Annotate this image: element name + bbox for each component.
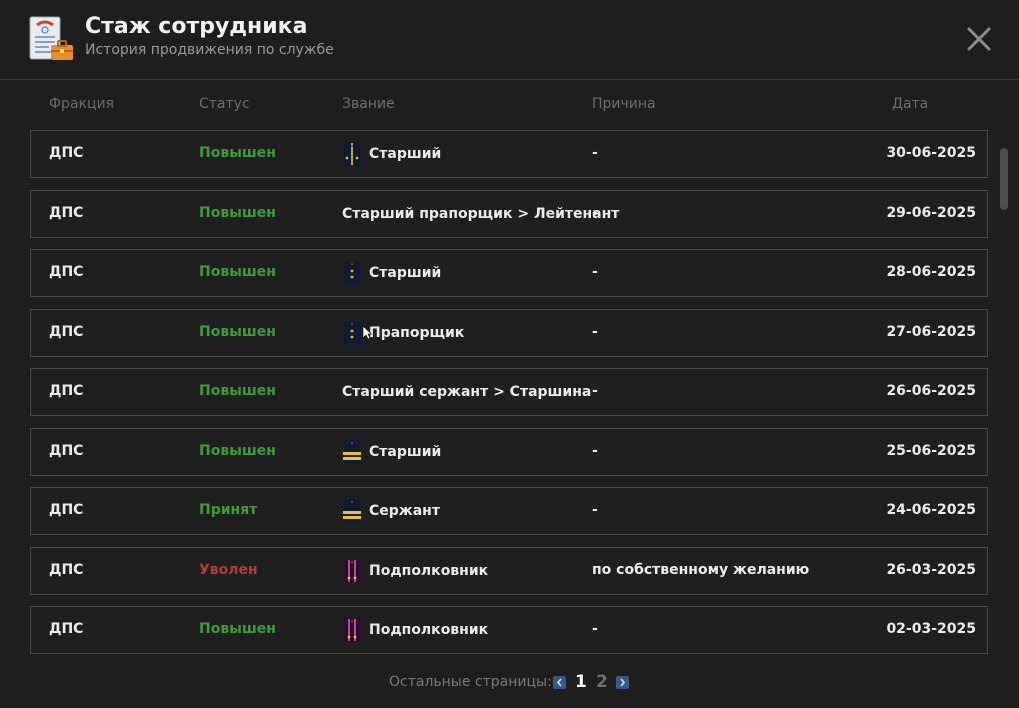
reason-cell: - <box>592 443 598 459</box>
reason-cell: - <box>592 324 598 340</box>
status-cell: Повышен <box>199 264 276 280</box>
epaulette-sergeant-icon <box>342 498 362 524</box>
mouse-cursor-icon <box>362 325 372 340</box>
rank-cell: Старший прапорщик > Лейтенант <box>342 201 619 227</box>
rank-cell: Сержант <box>342 498 440 524</box>
rank-cell: Старший <box>342 439 441 465</box>
faction-cell: ДПС <box>49 621 84 637</box>
rank-label: Прапорщик <box>369 325 465 341</box>
document-briefcase-icon <box>29 16 73 60</box>
faction-cell: ДПС <box>49 443 84 459</box>
epaulette-sergeant-icon <box>342 439 362 465</box>
reason-cell: - <box>592 621 598 637</box>
faction-cell: ДПС <box>49 324 84 340</box>
column-header-faction: Фракция <box>49 96 115 112</box>
scrollbar-thumb[interactable] <box>1000 148 1008 210</box>
rank-label: Старший прапорщик > Лейтенант <box>342 206 620 222</box>
column-header-status: Статус <box>199 96 250 112</box>
epaulette-ensign-icon <box>342 260 362 286</box>
status-cell: Повышен <box>199 383 276 399</box>
reason-cell: - <box>592 264 598 280</box>
date-cell: 02-03-2025 <box>886 621 976 637</box>
reason-cell: - <box>592 145 598 161</box>
window-subtitle: История продвижения по службе <box>85 42 334 58</box>
reason-cell: - <box>592 383 598 399</box>
status-cell: Повышен <box>199 324 276 340</box>
epaulette-ltcol-icon <box>342 558 362 584</box>
reason-cell: - <box>592 502 598 518</box>
date-cell: 29-06-2025 <box>886 205 976 221</box>
date-cell: 26-03-2025 <box>886 562 976 578</box>
rank-cell: Прапорщик <box>342 320 464 346</box>
rank-label: Старший сержант > Старшина <box>342 384 592 400</box>
window-title: Стаж сотрудника <box>85 14 308 39</box>
epaulette-ensign-icon <box>342 320 362 346</box>
faction-cell: ДПС <box>49 264 84 280</box>
date-cell: 25-06-2025 <box>886 443 976 459</box>
column-header-reason: Причина <box>592 96 656 112</box>
faction-cell: ДПС <box>49 562 84 578</box>
date-cell: 27-06-2025 <box>886 324 976 340</box>
status-cell: Повышен <box>199 145 276 161</box>
status-cell: Повышен <box>199 443 276 459</box>
faction-cell: ДПС <box>49 205 84 221</box>
rank-label: Подполковник <box>369 563 489 579</box>
pagination: Остальные страницы: 1 2 <box>0 672 1019 694</box>
status-cell: Повышен <box>199 205 276 221</box>
faction-cell: ДПС <box>49 502 84 518</box>
status-cell: Повышен <box>199 621 276 637</box>
pagination-label: Остальные страницы: <box>389 674 552 690</box>
column-header-rank: Звание <box>342 96 395 112</box>
date-cell: 28-06-2025 <box>886 264 976 280</box>
epaulette-ltcol-icon <box>342 617 362 643</box>
page-2-link[interactable]: 2 <box>596 672 608 692</box>
rank-cell: Старший <box>342 141 441 167</box>
date-cell: 24-06-2025 <box>886 502 976 518</box>
reason-cell: по собственному желанию <box>592 562 810 578</box>
next-page-button[interactable] <box>616 676 629 689</box>
date-cell: 30-06-2025 <box>886 145 976 161</box>
status-cell: Принят <box>199 502 258 518</box>
table-row[interactable]: ДПС Повышен Старший сержант > Старшина -… <box>30 368 988 416</box>
table-row[interactable]: ДПС Повышен Старший - 25-06-2025 <box>30 428 988 476</box>
table-row[interactable]: ДПС Повышен Старший прапорщик > Лейтенан… <box>30 190 988 238</box>
table-row[interactable]: ДПС Повышен Старший - 30-06-2025 <box>30 130 988 178</box>
rank-label: Старший <box>369 444 442 460</box>
rank-label: Старший <box>369 146 442 162</box>
faction-cell: ДПС <box>49 145 84 161</box>
close-icon[interactable] <box>964 24 994 54</box>
seniority-window: Стаж сотрудника История продвижения по с… <box>0 0 1019 708</box>
table-row[interactable]: ДПС Повышен Старший - 28-06-2025 <box>30 249 988 297</box>
rank-label: Подполковник <box>369 622 489 638</box>
table-row[interactable]: ДПС Повышен Прапорщик - 27-06-2025 <box>30 309 988 357</box>
rank-label: Сержант <box>369 503 440 519</box>
rank-cell: Старший сержант > Старшина <box>342 379 591 405</box>
epaulette-lt-icon <box>342 141 362 167</box>
prev-page-button[interactable] <box>553 676 566 689</box>
rank-cell: Старший <box>342 260 441 286</box>
reason-cell: - <box>592 205 598 221</box>
window-header: Стаж сотрудника История продвижения по с… <box>0 0 1019 80</box>
status-cell: Уволен <box>199 562 258 578</box>
faction-cell: ДПС <box>49 383 84 399</box>
rank-cell: Подполковник <box>342 617 488 643</box>
table-header: Фракция Статус Звание Причина Дата <box>0 96 1000 116</box>
page-1-link[interactable]: 1 <box>575 672 587 692</box>
table-row[interactable]: ДПС Повышен Подполковник - 02-03-2025 <box>30 606 988 654</box>
table-row[interactable]: ДПС Принят Сержант - 24-06-2025 <box>30 487 988 535</box>
column-header-date: Дата <box>892 96 929 112</box>
rank-label: Старший <box>369 265 442 281</box>
date-cell: 26-06-2025 <box>886 383 976 399</box>
table-row[interactable]: ДПС Уволен Подполковник по собственному … <box>30 547 988 595</box>
rank-cell: Подполковник <box>342 558 488 584</box>
